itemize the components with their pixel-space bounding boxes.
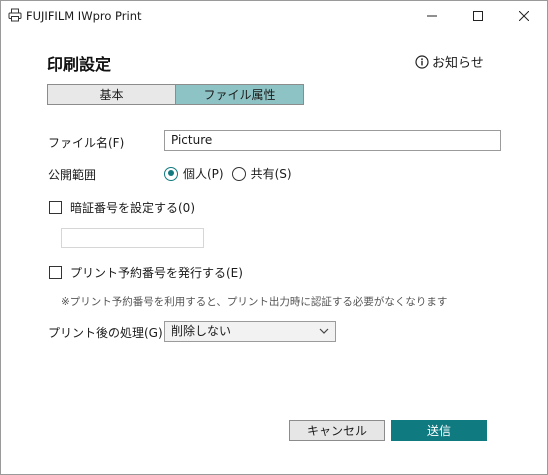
reservation-checkbox-label: プリント予約番号を発行する(E) [70,266,243,280]
printer-icon [8,8,22,22]
reservation-checkbox-row[interactable]: プリント予約番号を発行する(E) [49,264,243,281]
window-title: FUJIFILM IWpro Print [26,9,142,23]
pin-checkbox-label: 暗証番号を設定する(0) [70,201,195,215]
after-print-value: 削除しない [171,324,232,338]
after-print-select[interactable]: 削除しない [164,321,336,342]
pin-input[interactable] [61,228,204,248]
filename-label: ファイル名(F) [48,136,125,150]
notice-label: お知らせ [432,56,484,71]
tab-bar: 基本 ファイル属性 [47,84,304,105]
chevron-down-icon [319,328,329,334]
info-icon [415,54,429,69]
radio-private[interactable]: 個人(P) [164,165,224,182]
send-button[interactable]: 送信 [391,420,487,441]
page-title: 印刷設定 [47,55,112,74]
radio-shared-indicator[interactable] [231,166,246,181]
maximize-button[interactable] [455,1,501,31]
scope-radio-group: 個人(P) 共有(S) [164,165,300,182]
notice-link[interactable]: お知らせ [415,52,484,71]
reservation-checkbox[interactable] [49,266,62,279]
radio-shared[interactable]: 共有(S) [231,165,292,182]
filename-input[interactable]: Picture [164,130,501,151]
radio-shared-label: 共有(S) [250,167,292,181]
print-settings-window: FUJIFILM IWpro Print 印刷設定 お知らせ 基本 ファイル属性… [0,0,548,475]
minimize-icon [427,15,437,17]
tab-file-attributes[interactable]: ファイル属性 [176,85,303,104]
title-bar[interactable]: FUJIFILM IWpro Print [1,1,547,31]
minimize-button[interactable] [409,1,455,31]
close-button[interactable] [501,1,547,31]
after-print-label: プリント後の処理(G) [48,326,163,340]
tab-basic[interactable]: 基本 [48,85,176,104]
scope-label: 公開範囲 [48,168,97,182]
pin-checkbox[interactable] [49,201,62,214]
pin-checkbox-row[interactable]: 暗証番号を設定する(0) [49,199,195,216]
close-icon [519,11,529,21]
reservation-hint: ※プリント予約番号を利用すると、プリント出力時に認証する必要がなくなります [61,296,448,308]
radio-private-indicator[interactable] [164,166,178,181]
radio-private-label: 個人(P) [183,167,224,181]
cancel-button[interactable]: キャンセル [289,420,385,441]
maximize-icon [473,11,483,21]
